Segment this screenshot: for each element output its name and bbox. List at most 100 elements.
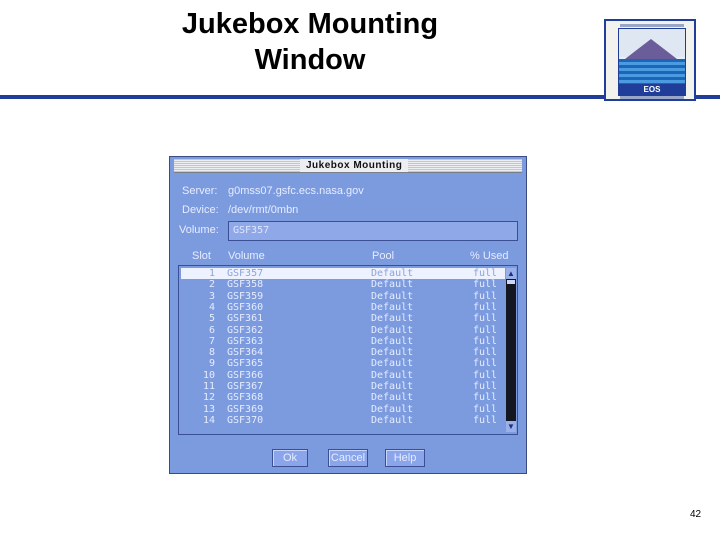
logo-bottom-band: [620, 96, 684, 99]
used-cell: full: [473, 381, 498, 392]
volume-list-scrollbar[interactable]: ▲ ▼: [506, 268, 516, 432]
logo-emblem: EOS: [618, 28, 686, 96]
volume-cell: GSF357: [227, 268, 264, 279]
pool-cell: Default: [371, 290, 414, 302]
table-row[interactable]: 8 GSF364 Default full: [181, 347, 505, 358]
volume-cell: GSF369: [227, 403, 264, 415]
pool-cell: Default: [371, 403, 414, 415]
pool-cell: Default: [371, 324, 414, 336]
device-label: Device:: [182, 204, 219, 216]
eos-logo: EOS: [604, 19, 696, 101]
table-row[interactable]: 3 GSF359 Default full: [181, 291, 505, 302]
used-cell: full: [473, 335, 498, 347]
column-header-slot[interactable]: Slot: [192, 249, 211, 263]
slot-cell: 12: [202, 392, 215, 404]
table-row[interactable]: 7 GSF363 Default full: [181, 336, 505, 347]
dialog-titlebar[interactable]: Jukebox Mounting: [174, 159, 522, 173]
pool-cell: Default: [371, 301, 414, 313]
table-row[interactable]: 5 GSF361 Default full: [181, 313, 505, 324]
used-cell: full: [473, 414, 498, 426]
column-header-used[interactable]: % Used: [470, 249, 509, 263]
volume-list: 1 GSF357 Default full 2 GSF358 Default full 3 GSF…: [178, 265, 518, 435]
used-cell: full: [473, 358, 498, 370]
used-cell: full: [473, 347, 498, 359]
table-row[interactable]: 4 GSF360 Default full: [181, 302, 505, 313]
slot-cell: 11: [202, 381, 215, 392]
help-button[interactable]: Help: [385, 449, 425, 467]
slot-cell: 1: [208, 268, 215, 279]
volume-cell: GSF360: [227, 301, 264, 313]
volume-cell: GSF367: [227, 381, 264, 392]
page-number: 42: [690, 509, 702, 520]
volume-cell: GSF358: [227, 279, 264, 291]
used-cell: full: [473, 268, 498, 279]
server-label: Server:: [182, 185, 218, 197]
table-row[interactable]: 11 GSF367 Default full: [181, 381, 505, 392]
slot-cell: 6: [208, 324, 215, 336]
scroll-up-icon[interactable]: ▲: [506, 268, 516, 279]
volume-cell: GSF370: [227, 414, 264, 426]
jukebox-mounting-dialog: Jukebox Mounting Server: g0mss07.gsfc.ec…: [169, 156, 527, 474]
water-icon: [619, 59, 685, 85]
scroll-down-icon[interactable]: ▼: [506, 421, 516, 432]
table-row[interactable]: 13 GSF369 Default full: [181, 404, 505, 415]
used-cell: full: [473, 313, 498, 325]
server-value: g0mss07.gsfc.ecs.nasa.gov: [228, 185, 364, 197]
logo-top-band: [620, 24, 684, 27]
volume-cell: GSF361: [227, 313, 264, 325]
pool-cell: Default: [371, 347, 414, 359]
dialog-title: Jukebox Mounting: [300, 159, 409, 172]
slot-cell: 7: [208, 335, 215, 347]
volume-cell: GSF366: [227, 369, 264, 381]
pool-cell: Default: [371, 414, 414, 426]
column-header-volume[interactable]: Volume: [228, 249, 265, 263]
slot-cell: 10: [202, 369, 215, 381]
slide-title: Jukebox Mounting Window: [150, 6, 470, 78]
used-cell: full: [473, 301, 498, 313]
pool-cell: Default: [371, 392, 414, 404]
slot-cell: 3: [208, 290, 215, 302]
device-value: /dev/rmt/0mbn: [228, 204, 299, 216]
slot-cell: 5: [208, 313, 215, 325]
pool-cell: Default: [371, 313, 414, 325]
pool-cell: Default: [371, 369, 414, 381]
table-row[interactable]: 9 GSF365 Default full: [181, 358, 505, 369]
volume-cell: GSF362: [227, 324, 264, 336]
cancel-button[interactable]: Cancel: [328, 449, 368, 467]
used-cell: full: [473, 324, 498, 336]
logo-text: EOS: [619, 84, 685, 95]
slot-cell: 2: [208, 279, 215, 291]
volume-cell: GSF365: [227, 358, 264, 370]
volume-cell: GSF364: [227, 347, 264, 359]
volume-input[interactable]: GSF357: [228, 221, 518, 241]
table-row[interactable]: 10 GSF366 Default full: [181, 370, 505, 381]
volume-cell: GSF368: [227, 392, 264, 404]
table-row[interactable]: 12 GSF368 Default full: [181, 392, 505, 403]
column-header-pool[interactable]: Pool: [372, 249, 394, 263]
used-cell: full: [473, 392, 498, 404]
volume-cell: GSF363: [227, 335, 264, 347]
slot-cell: 4: [208, 301, 215, 313]
table-row[interactable]: 2 GSF358 Default full: [181, 279, 505, 290]
used-cell: full: [473, 403, 498, 415]
pool-cell: Default: [371, 279, 414, 291]
pool-cell: Default: [371, 268, 414, 279]
volume-list-rows: 1 GSF357 Default full 2 GSF358 Default full 3 GSF…: [181, 268, 505, 432]
slot-cell: 13: [202, 403, 215, 415]
used-cell: full: [473, 279, 498, 291]
used-cell: full: [473, 290, 498, 302]
table-row[interactable]: 6 GSF362 Default full: [181, 325, 505, 336]
ok-button[interactable]: Ok: [272, 449, 308, 467]
slide-title-line-2: Window: [254, 44, 366, 76]
slot-cell: 8: [208, 347, 215, 359]
table-row[interactable]: 1 GSF357 Default full: [181, 268, 505, 279]
slide-title-line-1: Jukebox Mounting: [181, 8, 439, 40]
scroll-thumb[interactable]: [507, 280, 515, 284]
table-row[interactable]: 14 GSF370 Default full: [181, 415, 505, 426]
pool-cell: Default: [371, 335, 414, 347]
slot-cell: 14: [202, 414, 215, 426]
volume-cell: GSF359: [227, 290, 264, 302]
used-cell: full: [473, 369, 498, 381]
pool-cell: Default: [371, 358, 414, 370]
volume-label: Volume:: [179, 224, 219, 236]
